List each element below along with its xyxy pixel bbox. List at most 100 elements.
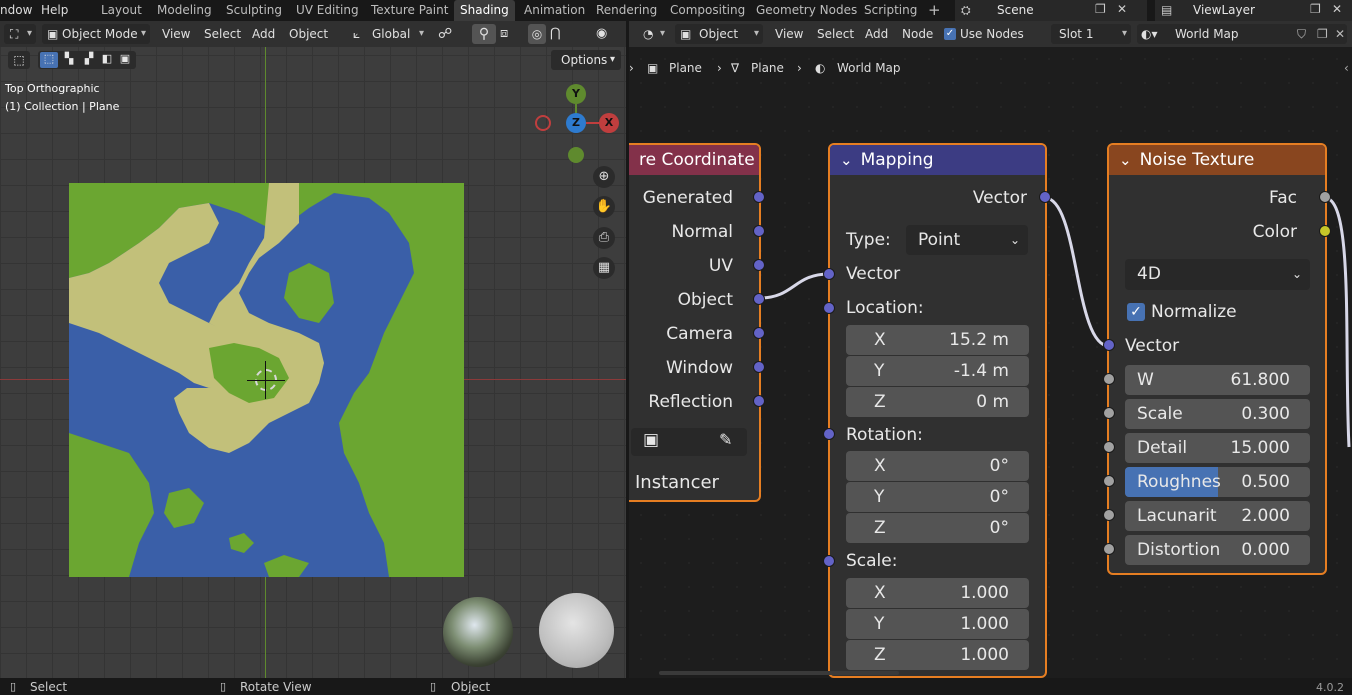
node-menu-node[interactable]: Node [902,24,933,44]
gizmo-y-axis[interactable]: Y [566,84,586,104]
tab-sculpting[interactable]: Sculpting [220,0,288,21]
tab-texture-paint[interactable]: Texture Paint [365,0,454,21]
select-tool-icon[interactable]: ⬚ [8,51,30,69]
noise-lacunarity-field[interactable]: Lacunarit 2.000 [1125,501,1310,531]
mapping-node[interactable]: ⌄ Mapping Vector Type: Point ⌄ Vector Loca… [828,143,1047,678]
tab-scripting[interactable]: Scripting [858,0,923,21]
viewport-menu-select[interactable]: Select [204,24,241,44]
3d-viewport[interactable]: ⬚ ⬚ ▚ ▞ ◧ ▣ Options ▾ Top Orthographic (1… [0,47,626,678]
socket-noise-vector-in[interactable] [1103,339,1115,351]
object-picker-field[interactable]: ▣ ✎ [631,428,747,456]
shader-type-dropdown[interactable]: ▣ Object ▾ [675,24,763,44]
editor-type-button[interactable]: ⛶ ▾ [4,24,36,44]
gizmo-neg-y[interactable] [568,147,584,163]
eyedropper-icon[interactable]: ✎ [719,430,732,449]
socket-generated[interactable] [753,191,765,203]
tab-compositing[interactable]: Compositing [664,0,751,21]
noise-texture-node[interactable]: ⌄ Noise Texture Fac Color 4D ⌄ ✓ Normalize… [1107,143,1327,575]
duplicate-material-icon[interactable]: ❐ [1317,24,1328,44]
instancer-checkbox-label[interactable]: Instancer [635,472,719,493]
delete-view-layer-icon[interactable]: ✕ [1332,2,1342,16]
add-workspace-icon[interactable]: + [922,0,947,21]
socket-noise-detail-in[interactable] [1103,441,1115,453]
shader-node-editor[interactable]: › ▣ Plane › ∇ Plane › ◐ World Map ‹ re C… [629,47,1352,678]
viewport-menu-view[interactable]: View [162,24,190,44]
pivot-icon[interactable]: ☍ [438,24,452,44]
gizmo-z-axis[interactable]: Z [566,113,586,133]
viewport-menu-add[interactable]: Add [252,24,275,44]
tab-animation[interactable]: Animation [518,0,591,21]
delete-scene-icon[interactable]: ✕ [1117,2,1127,16]
socket-noise-lacunarity-in[interactable] [1103,509,1115,521]
collapse-chevron-icon[interactable]: ⌄ [1119,151,1132,169]
socket-rotation-in[interactable] [823,428,835,440]
scale-x-field[interactable]: X 1.000 [846,578,1029,608]
mapping-type-dropdown[interactable]: Point ⌄ [906,225,1028,255]
snap-target-icon[interactable]: ⧈ [500,24,508,44]
location-x-field[interactable]: X 15.2 m [846,325,1029,355]
options-button[interactable]: Options ▾ [551,50,621,70]
location-y-field[interactable]: Y -1.4 m [846,356,1029,386]
socket-location-in[interactable] [823,302,835,314]
noise-w-field[interactable]: W 61.800 [1125,365,1310,395]
scale-z-field[interactable]: Z 1.000 [846,640,1029,670]
node-editor-type-button[interactable]: ◔ ▾ [637,24,669,44]
transform-orientation-dropdown[interactable]: ⟀ Global ▾ [348,24,428,44]
tab-layout[interactable]: Layout [95,0,148,21]
zoom-icon[interactable]: ⊕ [593,166,615,188]
scene-selector[interactable]: ⛭ Scene ❐ ✕ [955,0,1147,21]
select-new-icon[interactable]: ⬚ [40,52,58,68]
new-scene-icon[interactable]: ❐ [1095,2,1106,16]
tab-uv-editing[interactable]: UV Editing [290,0,365,21]
location-z-field[interactable]: Z0 m [846,387,1029,417]
select-invert-icon[interactable]: ◧ [98,52,116,68]
rotation-x-field[interactable]: X 0° [846,451,1029,481]
socket-mapping-vector-out[interactable] [1039,191,1051,203]
view-layer-selector[interactable]: ▤ ViewLayer ❐ ✕ [1155,0,1352,21]
gizmo-x-axis[interactable]: X [599,113,619,133]
camera-icon[interactable]: ⎙ [593,227,615,249]
ortho-grid-icon[interactable]: ▦ [593,257,615,279]
socket-normal[interactable] [753,225,765,237]
noise-roughness-slider[interactable]: Roughnes 0.500 [1125,467,1310,497]
socket-noise-color-out[interactable] [1319,225,1331,237]
node-menu-select[interactable]: Select [817,24,854,44]
fake-user-icon[interactable]: ⛉ [1297,24,1306,44]
unlink-material-icon[interactable]: ✕ [1335,24,1345,44]
socket-scale-in[interactable] [823,555,835,567]
dimensions-dropdown[interactable]: 4D ⌄ [1125,259,1310,290]
tab-rendering[interactable]: Rendering [590,0,663,21]
menu-window[interactable]: ndow [0,3,32,17]
slot-dropdown[interactable]: Slot 1 ▾ [1051,24,1131,44]
socket-window[interactable] [753,361,765,373]
normalize-checkbox[interactable]: ✓ [1127,303,1145,321]
socket-camera[interactable] [753,327,765,339]
node-menu-view[interactable]: View [775,24,803,44]
scale-y-field[interactable]: Y 1.000 [846,609,1029,639]
select-subtract-icon[interactable]: ▞ [80,52,98,68]
noise-distortion-field[interactable]: Distortion 0.000 [1125,535,1310,565]
visibility-icon[interactable]: ◉ [596,24,607,44]
use-nodes-checkbox[interactable]: ✓ [944,28,956,40]
socket-noise-scale-in[interactable] [1103,407,1115,419]
tab-shading[interactable]: Shading [454,0,515,21]
select-intersect-icon[interactable]: ▣ [116,52,134,68]
rotation-z-field[interactable]: Z 0° [846,513,1029,543]
noise-scale-field[interactable]: Scale 0.300 [1125,399,1310,429]
tab-modeling[interactable]: Modeling [151,0,218,21]
select-extend-icon[interactable]: ▚ [60,52,78,68]
socket-uv[interactable] [753,259,765,271]
pan-hand-icon[interactable]: ✋ [593,196,615,218]
texture-coordinate-node[interactable]: re Coordinate Generated Normal UV Object… [629,143,761,502]
socket-noise-w-in[interactable] [1103,373,1115,385]
node-menu-add[interactable]: Add [865,24,888,44]
socket-reflection[interactable] [753,395,765,407]
new-view-layer-icon[interactable]: ❐ [1310,2,1321,16]
tab-geometry-nodes[interactable]: Geometry Nodes [750,0,863,21]
material-selector[interactable]: ◐▾ World Map ⛉ ❐ ✕ [1137,24,1347,44]
viewport-menu-object[interactable]: Object [289,24,328,44]
collapse-chevron-icon[interactable]: ⌄ [840,151,853,169]
proportional-edit-icon[interactable]: ◎ [528,24,546,44]
mode-dropdown[interactable]: ▣ Object Mode ▾ [42,24,150,44]
menu-help[interactable]: Help [41,3,68,17]
